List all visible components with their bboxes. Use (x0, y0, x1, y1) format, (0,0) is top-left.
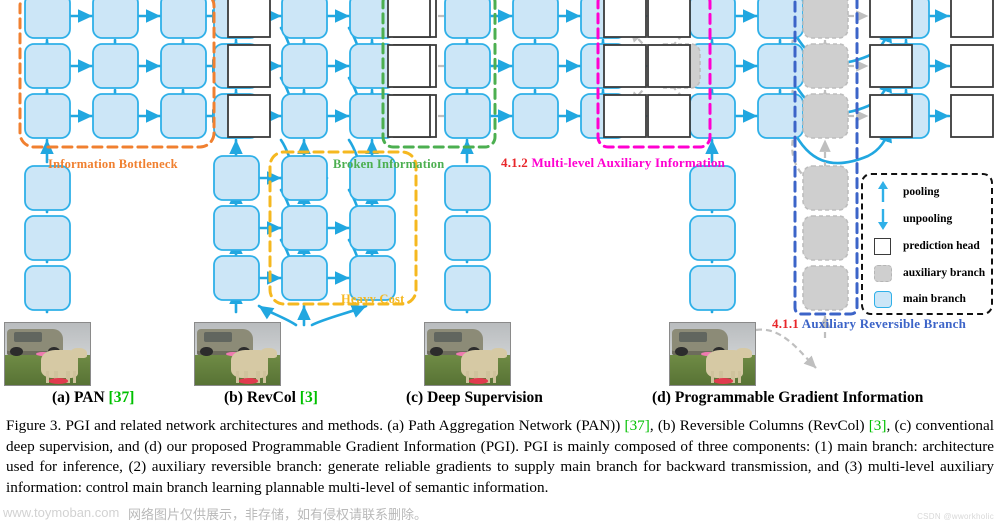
annotation-heavy-cost: Heavy Cost (341, 292, 405, 306)
citation-ref-37: [37] (624, 417, 650, 434)
citation-ref: [37] (108, 389, 135, 406)
annotation-information-bottleneck: Information Bottleneck (48, 157, 178, 171)
blue-rounded-square-icon (871, 290, 894, 308)
annotation-multi-level-auxiliary-information: 4.1.2 Multi-level Auxiliary Information (501, 155, 725, 171)
subcaption-d: (d) Programmable Gradient Information (652, 389, 923, 407)
input-image-pgi (669, 322, 756, 386)
caption-part: Figure 3. PGI and related network archit… (6, 417, 625, 434)
arrow-up-icon (871, 181, 894, 203)
section-number-411: 4.1.1 (772, 316, 799, 331)
annotation-text: Multi-level Auxiliary Information (531, 155, 726, 170)
subcaption-label: (b) RevCol (224, 389, 296, 406)
subcaption-label: (d) Programmable Gradient Information (652, 389, 924, 406)
annotation-broken-information: Broken Information (333, 157, 445, 171)
white-square-icon (871, 237, 894, 255)
subcaption-c: (c) Deep Supervision (406, 389, 543, 407)
citation-ref-3: [3] (868, 417, 887, 434)
legend-item-main-branch: main branch (871, 288, 966, 310)
arrow-down-icon (871, 208, 894, 230)
legend-item-unpooling: unpooling (871, 208, 952, 230)
input-image-pan (4, 322, 91, 386)
legend-label: unpooling (903, 213, 953, 225)
legend-label: auxiliary branch (903, 267, 986, 279)
watermark-site: www.toymoban.com (3, 505, 120, 520)
annotation-auxiliary-reversible-branch: 4.1.1 Auxiliary Reversible Branch (772, 316, 966, 332)
subcaption-b: (b) RevCol [3] (224, 389, 318, 407)
input-image-deepsup (424, 322, 511, 386)
legend-item-pooling: pooling (871, 181, 939, 203)
citation-ref: [3] (299, 389, 318, 406)
gray-rounded-square-icon (871, 264, 894, 282)
watermark-chinese-notice: 网络图片仅供展示，非存储，如有侵权请联系删除。 (128, 508, 428, 523)
figure-caption: Figure 3. PGI and related network archit… (6, 416, 994, 498)
watermark-csdn: CSDN @wworkholic (917, 512, 994, 521)
subcaption-a: (a) PAN [37] (52, 389, 134, 407)
figure-area: Information Bottleneck Broken Informatio… (0, 0, 1000, 412)
caption-part: , (b) Reversible Columns (RevCol) (649, 417, 869, 434)
section-number-412: 4.1.2 (501, 155, 528, 170)
legend-label: prediction head (903, 240, 980, 252)
legend-item-prediction-head: prediction head (871, 235, 980, 257)
legend-label: pooling (903, 186, 940, 198)
legend-item-auxiliary-branch: auxiliary branch (871, 262, 985, 284)
annotation-text: Auxiliary Reversible Branch (801, 316, 967, 331)
subcaption-label: (c) Deep Supervision (406, 389, 543, 406)
input-image-revcol (194, 322, 281, 386)
legend-label: main branch (903, 293, 966, 305)
subcaption-label: (a) PAN (52, 389, 105, 406)
legend: pooling unpooling prediction head auxili… (861, 173, 993, 315)
